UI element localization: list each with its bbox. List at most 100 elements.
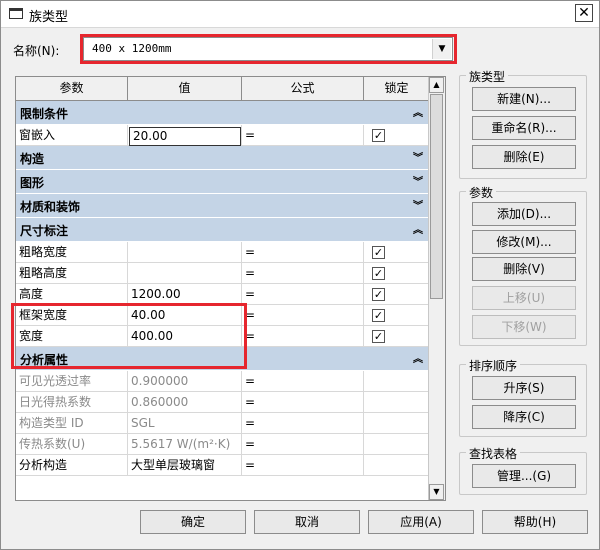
parameter-name: 高度 [16,284,128,305]
apply-button[interactable]: 应用(A) [368,510,474,534]
header-parameter[interactable]: 参数 [16,77,128,100]
parameter-formula[interactable]: = [242,455,364,476]
scroll-thumb[interactable] [430,94,443,299]
manage-lookup-tables-button[interactable]: 管理...(G) [472,464,576,488]
dialog-title: 族类型 [29,10,69,25]
parameter-lock-cell: ✓ [364,125,430,146]
chevron-down-icon[interactable]: ▼ [432,39,451,59]
window-icon [9,8,23,19]
parameter-formula[interactable]: = [242,242,364,263]
parameter-grid: 参数 值 公式 锁定 限制条件 ︽ 窗嵌入 20.00 = ✓ 构造 ︾ 图形 ︾ 材质和装饰 ︾ 尺寸… [15,76,446,501]
rename-type-button[interactable]: 重命名(R)... [472,116,576,140]
parameter-value: 0.900000 [128,371,242,392]
cancel-button[interactable]: 取消 [254,510,360,534]
type-name-dropdown[interactable]: 400 x 1200mm ▼ [83,37,453,61]
parameter-value[interactable]: 大型单层玻璃窗 [128,455,242,476]
group-header[interactable]: 构造 ︾ [16,146,430,170]
group-label: 分析属性 [20,353,69,367]
new-type-button[interactable]: 新建(N)... [472,87,576,111]
parameter-formula[interactable]: = [242,434,364,455]
parameters-group-title: 参数 [466,184,497,201]
lock-checkbox[interactable]: ✓ [372,129,385,142]
chevron-icon[interactable]: ︾ [413,197,423,212]
parameter-value-input[interactable]: 20.00 [129,127,241,146]
group-header[interactable]: 分析属性 ︽ [16,347,430,371]
lookup-tables-group-title: 查找表格 [466,445,521,462]
chevron-icon[interactable]: ︽ [413,221,423,236]
remove-parameter-button[interactable]: 删除(V) [472,257,576,281]
parameter-formula[interactable]: = [242,125,364,146]
lock-checkbox[interactable]: ✓ [372,267,385,280]
scroll-up-icon[interactable]: ▲ [429,77,444,93]
group-label: 尺寸标注 [20,224,69,238]
lock-checkbox[interactable]: ✓ [372,288,385,301]
name-label: 名称(N): [13,44,60,58]
sort-order-group-title: 排序顺序 [466,357,521,374]
type-name-value: 400 x 1200mm [92,42,172,55]
parameter-formula[interactable]: = [242,392,364,413]
close-icon[interactable]: ✕ [575,4,593,22]
title-bar: 族类型 ✕ [1,1,599,28]
sort-ascending-button[interactable]: 升序(S) [472,376,576,400]
move-up-button[interactable]: 上移(U) [472,286,576,310]
parameter-lock-cell [364,455,430,476]
family-types-dialog: 族类型 ✕ 名称(N): 400 x 1200mm ▼ 参数 值 公式 锁定 限… [0,0,600,550]
sort-descending-button[interactable]: 降序(C) [472,405,576,429]
group-label: 图形 [20,176,45,190]
group-header[interactable]: 限制条件 ︽ [16,101,430,125]
modify-parameter-button[interactable]: 修改(M)... [472,230,576,254]
parameter-lock-cell: ✓ [364,263,430,284]
header-formula[interactable]: 公式 [242,77,364,100]
parameter-formula[interactable]: = [242,371,364,392]
sort-order-group: 排序顺序 升序(S) 降序(C) [459,357,587,437]
delete-type-button[interactable]: 删除(E) [472,145,576,169]
lock-checkbox[interactable]: ✓ [372,246,385,259]
parameter-formula[interactable]: = [242,326,364,347]
parameter-value[interactable]: 1200.00 [128,284,242,305]
grid-header: 参数 值 公式 锁定 [16,77,430,101]
parameter-value[interactable]: 40.00 [128,305,242,326]
parameter-name: 分析构造 [16,455,128,476]
lock-checkbox[interactable]: ✓ [372,330,385,343]
group-label: 构造 [20,152,45,166]
scroll-down-icon[interactable]: ▼ [429,484,444,500]
help-button[interactable]: 帮助(H) [482,510,588,534]
group-header[interactable]: 材质和装饰 ︾ [16,194,430,218]
group-header[interactable]: 图形 ︾ [16,170,430,194]
parameter-row: 可见光透过率 0.900000 = [16,371,430,392]
chevron-icon[interactable]: ︾ [413,173,423,188]
lookup-tables-group: 查找表格 管理...(G) [459,445,587,495]
parameter-name: 粗略宽度 [16,242,128,263]
group-label: 限制条件 [20,107,69,121]
parameter-row: 框架宽度 40.00 = ✓ [16,305,430,326]
parameter-lock-cell [364,392,430,413]
parameter-name: 宽度 [16,326,128,347]
parameter-value: SGL [128,413,242,434]
parameter-formula[interactable]: = [242,305,364,326]
chevron-icon[interactable]: ︾ [413,149,423,164]
vertical-scrollbar[interactable]: ▲ ▼ [428,77,445,500]
header-value[interactable]: 值 [128,77,242,100]
lock-checkbox[interactable]: ✓ [372,309,385,322]
parameters-group: 参数 添加(D)... 修改(M)... 删除(V) 上移(U) 下移(W) [459,184,587,346]
parameter-formula[interactable]: = [242,413,364,434]
parameter-value[interactable] [128,242,242,263]
parameter-lock-cell: ✓ [364,284,430,305]
parameter-formula[interactable]: = [242,284,364,305]
parameter-lock-cell [364,371,430,392]
parameter-formula[interactable]: = [242,263,364,284]
add-parameter-button[interactable]: 添加(D)... [472,202,576,226]
chevron-icon[interactable]: ︽ [413,350,423,365]
parameter-name: 可见光透过率 [16,371,128,392]
parameter-lock-cell: ✓ [364,305,430,326]
parameter-value[interactable]: 400.00 [128,326,242,347]
header-lock[interactable]: 锁定 [364,77,430,100]
parameter-row: 构造类型 ID SGL = [16,413,430,434]
move-down-button[interactable]: 下移(W) [472,315,576,339]
parameter-row: 宽度 400.00 = ✓ [16,326,430,347]
parameter-value: 0.860000 [128,392,242,413]
ok-button[interactable]: 确定 [140,510,246,534]
parameter-value[interactable] [128,263,242,284]
group-header[interactable]: 尺寸标注 ︽ [16,218,430,242]
chevron-icon[interactable]: ︽ [413,104,423,119]
